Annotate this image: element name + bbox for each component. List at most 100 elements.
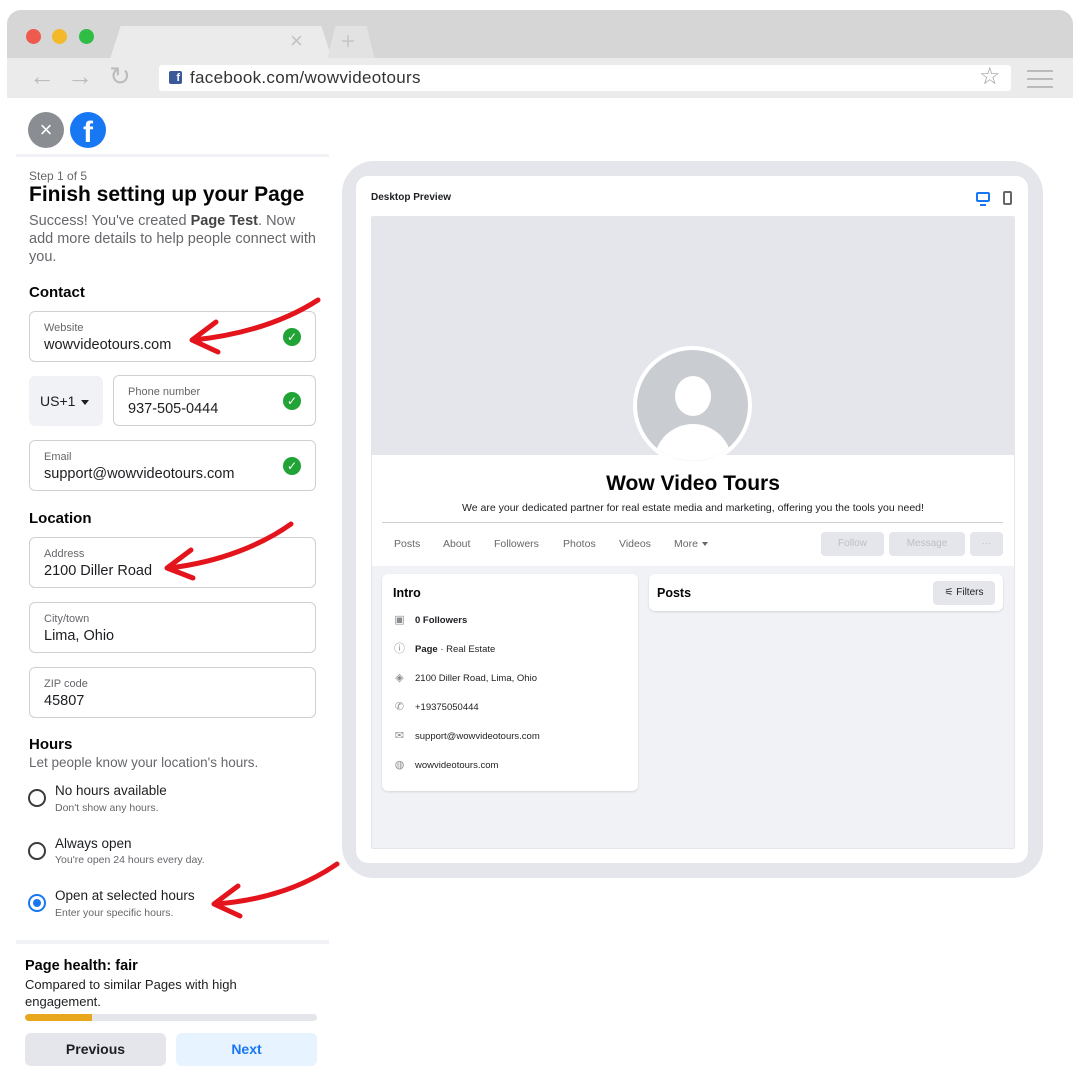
url-text: facebook.com/wowvideotours: [190, 68, 421, 87]
next-button[interactable]: Next: [176, 1033, 317, 1066]
close-window-button[interactable]: [26, 29, 41, 44]
facebook-logo-icon[interactable]: f: [70, 112, 106, 148]
field-value: 45807: [44, 693, 85, 709]
intro-category-bold: Page: [415, 644, 438, 655]
address-bar[interactable]: f facebook.com/wowvideotours: [159, 65, 1011, 91]
tab-videos[interactable]: Videos: [619, 538, 651, 550]
step-indicator: Step 1 of 5: [29, 169, 88, 183]
tab-about[interactable]: About: [443, 538, 470, 550]
intro-followers-text: 0 Followers: [415, 615, 468, 626]
check-icon: ✓: [283, 457, 301, 475]
phone-icon: ✆: [394, 701, 405, 713]
info-icon: ⓘ: [394, 643, 405, 655]
filters-label: Filters: [956, 587, 984, 598]
option-description: You're open 24 hours every day.: [55, 854, 205, 866]
option-title[interactable]: Always open: [55, 836, 132, 851]
red-arrow-icon: [164, 521, 294, 581]
zip-field[interactable]: ZIP code 45807: [29, 667, 316, 718]
filters-icon: ⚟: [944, 587, 957, 598]
bookmark-star-icon[interactable]: ☆: [979, 65, 1001, 89]
back-arrow-icon[interactable]: ←: [29, 63, 55, 89]
field-value: 937-505-0444: [128, 401, 219, 417]
option-description: Don't show any hours.: [55, 802, 159, 814]
field-label: Website: [44, 322, 84, 334]
intro-category-rest: · Real Estate: [437, 644, 496, 655]
filters-button[interactable]: ⚟ Filters: [933, 581, 995, 605]
tab-photos[interactable]: Photos: [563, 538, 596, 550]
intro-category-text: Page · Real Estate: [415, 644, 495, 655]
avatar-body: [654, 424, 732, 461]
preview-page-name: Wow Video Tours: [606, 472, 780, 495]
followers-icon: ▣: [394, 614, 405, 626]
radio-no-hours[interactable]: [28, 789, 46, 807]
maximize-window-button[interactable]: [79, 29, 94, 44]
field-label: Phone number: [128, 386, 201, 398]
option-description: Enter your specific hours.: [55, 907, 174, 919]
hours-subtitle: Let people know your location's hours.: [29, 755, 259, 770]
tab-close-icon[interactable]: ×: [290, 30, 303, 52]
intro-website-text: wowvideotours.com: [415, 760, 499, 771]
caret-down-icon: [701, 542, 708, 547]
field-value: 2100 Diller Road: [44, 563, 153, 579]
field-label: ZIP code: [44, 678, 88, 690]
close-icon[interactable]: ×: [28, 112, 64, 148]
message-label: Message: [906, 538, 948, 549]
desktop-icon[interactable]: [976, 192, 990, 206]
subtitle-text: Success! You've created: [29, 213, 191, 229]
country-code-select[interactable]: US+1: [29, 376, 103, 426]
profile-picture-avatar: [633, 346, 752, 465]
red-arrow-icon: [189, 297, 321, 355]
plus-icon[interactable]: +: [341, 30, 355, 54]
intro-email-text: support@wowvideotours.com: [415, 731, 540, 742]
posts-title: Posts: [657, 586, 692, 600]
field-label: Email: [44, 451, 72, 463]
location-heading: Location: [29, 510, 92, 527]
preview-bio: We are your dedicated partner for real e…: [462, 502, 924, 514]
page-subtitle: Success! You've created Page Test. Now a…: [29, 212, 319, 266]
browser-window: × + ← → ↻ f facebook.com/wowvideotours ☆: [7, 10, 1073, 98]
hours-heading: Hours: [29, 736, 73, 753]
phone-field[interactable]: Phone number 937-505-0444 ✓: [113, 375, 316, 426]
check-icon: ✓: [283, 392, 301, 410]
subtitle-page-name: Page Test: [190, 213, 259, 229]
radio-always-open[interactable]: [28, 842, 46, 860]
intro-title: Intro: [393, 586, 421, 600]
page-health-bar-fill: [25, 1014, 93, 1021]
country-code-value: US+1: [40, 393, 76, 409]
tab-more-label: More: [674, 538, 698, 550]
intro-address-text: 2100 Diller Road, Lima, Ohio: [415, 673, 537, 684]
option-title[interactable]: Open at selected hours: [55, 888, 195, 903]
field-label: City/town: [44, 613, 90, 625]
facebook-favicon-icon: f: [169, 71, 182, 84]
more-actions-button[interactable]: ···: [970, 532, 1003, 556]
mobile-icon[interactable]: [1003, 191, 1012, 205]
minimize-window-button[interactable]: [52, 29, 67, 44]
page-health-bar: [25, 1014, 317, 1021]
follow-label: Follow: [838, 538, 867, 549]
field-value: Lima, Ohio: [44, 628, 115, 644]
page-title: Finish setting up your Page: [29, 183, 305, 206]
caret-down-icon: [81, 400, 89, 405]
forward-arrow-icon[interactable]: →: [67, 63, 93, 89]
menu-icon[interactable]: [1027, 70, 1053, 94]
message-button[interactable]: Message: [889, 532, 965, 556]
field-value: wowvideotours.com: [44, 337, 172, 353]
radio-selected-hours[interactable]: [28, 894, 46, 912]
previous-button[interactable]: Previous: [25, 1033, 166, 1066]
tab-followers[interactable]: Followers: [494, 538, 539, 550]
envelope-icon: ✉: [394, 730, 405, 742]
page-health-title: Page health: fair: [25, 958, 138, 974]
email-field[interactable]: Email support@wowvideotours.com ✓: [29, 440, 316, 491]
avatar-head: [675, 376, 711, 416]
follow-button[interactable]: Follow: [821, 532, 884, 556]
red-arrow-icon: [211, 861, 340, 919]
intro-phone-text: +19375050444: [415, 702, 479, 713]
option-title[interactable]: No hours available: [55, 783, 167, 798]
field-value: support@wowvideotours.com: [44, 466, 235, 482]
city-field[interactable]: City/town Lima, Ohio: [29, 602, 316, 653]
tab-more[interactable]: More: [674, 538, 708, 550]
directions-icon: ◈: [395, 672, 404, 684]
reload-icon[interactable]: ↻: [109, 63, 131, 89]
tab-posts[interactable]: Posts: [394, 538, 420, 550]
divider: [382, 522, 1003, 523]
